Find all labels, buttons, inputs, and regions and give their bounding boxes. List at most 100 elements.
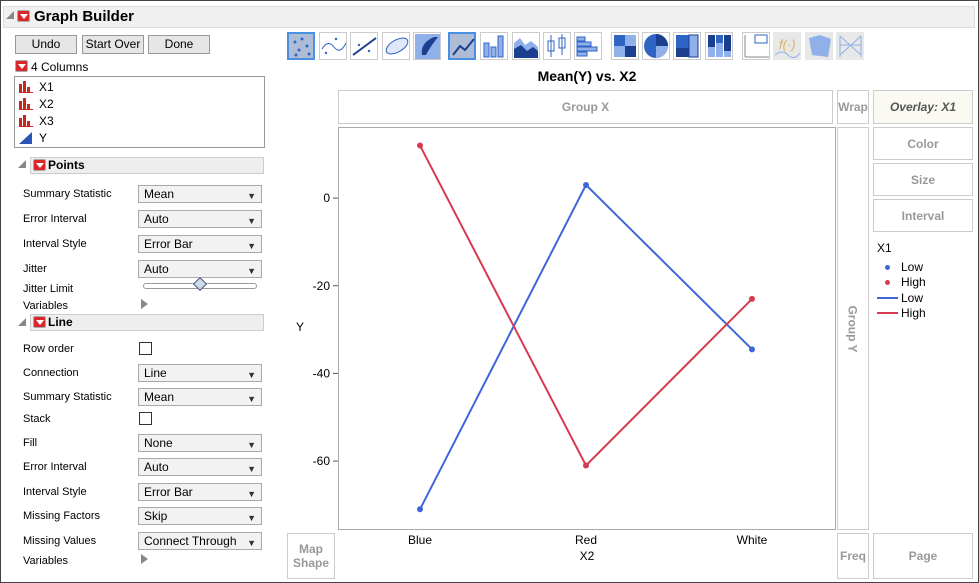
setting-checkbox[interactable] — [139, 342, 152, 355]
contour-icon — [415, 34, 440, 59]
column-name: X2 — [39, 97, 54, 111]
disclosure-arrow-icon[interactable] — [141, 299, 148, 309]
caption-box-element-button[interactable] — [742, 32, 770, 60]
ellipse-element-button[interactable] — [382, 32, 410, 60]
chevron-down-icon: ▼ — [247, 394, 256, 404]
mosaic-element-button[interactable] — [705, 32, 733, 60]
setting-label: Fill — [23, 437, 38, 449]
column-name: X3 — [39, 114, 54, 128]
interval-zone[interactable]: Interval — [873, 199, 973, 232]
legend-label: Low — [901, 259, 924, 274]
legend-item[interactable]: Low — [877, 259, 926, 275]
setting-label: Jitter Limit — [23, 283, 74, 295]
overlay-zone[interactable]: Overlay: X1 — [873, 90, 973, 124]
undo-button[interactable]: Undo — [15, 35, 77, 54]
setting-label: Variables — [23, 555, 69, 567]
setting-select[interactable]: Skip ▼ — [138, 507, 262, 525]
points-disclosure-icon[interactable] — [18, 160, 26, 168]
line-section-header: Line — [30, 314, 264, 331]
page-zone[interactable]: Page — [873, 533, 973, 579]
points-element-button[interactable] — [287, 32, 315, 60]
column-name: X1 — [39, 80, 54, 94]
pie-element-button[interactable] — [642, 32, 670, 60]
freq-zone[interactable]: Freq — [837, 533, 869, 579]
plot-frame[interactable] — [338, 127, 836, 530]
window-title: Graph Builder — [34, 8, 135, 25]
points-icon — [293, 37, 311, 57]
disclosure-arrow-icon[interactable] — [141, 554, 148, 564]
legend-item[interactable]: Low — [877, 290, 926, 306]
bar-element-button[interactable] — [480, 32, 508, 60]
setting-label: Connection — [23, 367, 79, 379]
y-axis-label: Y — [296, 320, 305, 334]
legend-item[interactable]: High — [877, 275, 926, 291]
group-y-label: Group Y — [846, 304, 860, 353]
setting-select[interactable]: None ▼ — [138, 434, 262, 452]
formula-icon: f(·) — [774, 37, 801, 59]
box-plot-element-button[interactable] — [543, 32, 571, 60]
heatmap-element-button[interactable] — [611, 32, 639, 60]
x-tick-label: White — [737, 533, 768, 547]
setting-select[interactable]: Mean ▼ — [138, 185, 262, 203]
color-zone[interactable]: Color — [873, 127, 973, 160]
column-name: Y — [39, 131, 48, 145]
line-title: Line — [48, 315, 73, 329]
nominal-column-icon — [19, 115, 33, 127]
done-button[interactable]: Done — [148, 35, 210, 54]
map-shape-zone[interactable]: Map Shape — [287, 533, 335, 579]
chevron-down-icon: ▼ — [247, 440, 256, 450]
column-item[interactable]: X2 — [19, 96, 54, 112]
line-element-button[interactable] — [448, 32, 476, 60]
select-value: Auto — [144, 212, 169, 226]
points-section-header: Points — [30, 157, 264, 174]
setting-select[interactable]: Connect Through ▼ — [138, 532, 262, 550]
setting-select[interactable]: Error Bar ▼ — [138, 235, 262, 253]
y-tick-label: -20 — [313, 279, 331, 293]
svg-text:f(·): f(·) — [779, 37, 796, 52]
setting-label: Missing Values — [23, 535, 97, 547]
disclosure-icon[interactable] — [6, 11, 14, 19]
chevron-down-icon: ▼ — [247, 464, 256, 474]
columns-menu-icon[interactable] — [15, 60, 28, 72]
setting-select[interactable]: Auto ▼ — [138, 458, 262, 476]
jitter-limit-slider[interactable] — [143, 276, 257, 292]
smoother-element-button[interactable] — [319, 32, 347, 60]
line-disclosure-icon[interactable] — [18, 318, 26, 326]
y-tick-label: -60 — [313, 454, 331, 468]
contour-element-button[interactable] — [413, 32, 441, 60]
red-triangle-menu-icon[interactable] — [17, 10, 30, 22]
start-over-button[interactable]: Start Over — [82, 35, 144, 54]
column-item[interactable]: X1 — [19, 79, 54, 95]
size-zone[interactable]: Size — [873, 163, 973, 196]
setting-select[interactable]: Line ▼ — [138, 364, 262, 382]
histogram-element-button[interactable] — [574, 32, 602, 60]
parallel-element-button[interactable] — [836, 32, 864, 60]
line-icon — [452, 38, 475, 56]
setting-select[interactable]: Error Bar ▼ — [138, 483, 262, 501]
wrap-zone[interactable]: Wrap — [837, 90, 869, 124]
legend-marker-icon — [877, 277, 899, 287]
line-of-fit-element-button[interactable] — [350, 32, 378, 60]
treemap-element-button[interactable] — [673, 32, 701, 60]
setting-checkbox[interactable] — [139, 412, 152, 425]
nominal-column-icon — [19, 98, 33, 110]
setting-select[interactable]: Auto ▼ — [138, 210, 262, 228]
slider-handle[interactable] — [192, 276, 208, 292]
caption-box-icon — [744, 34, 769, 58]
points-menu-icon[interactable] — [33, 159, 46, 171]
formula-element-button[interactable]: f(·) — [773, 32, 801, 60]
setting-select[interactable]: Mean ▼ — [138, 388, 262, 406]
group-x-zone[interactable]: Group X — [338, 90, 833, 124]
column-item[interactable]: X3 — [19, 113, 54, 129]
area-element-button[interactable] — [512, 32, 540, 60]
group-y-zone[interactable]: Group Y — [837, 127, 869, 530]
line-menu-icon[interactable] — [33, 316, 46, 328]
smoother-icon — [321, 37, 347, 55]
column-list[interactable]: X1 X2 X3 Y — [14, 76, 265, 148]
chevron-down-icon: ▼ — [247, 241, 256, 251]
setting-label: Interval Style — [23, 486, 87, 498]
column-item[interactable]: Y — [19, 130, 47, 146]
map-shapes-element-button[interactable] — [805, 32, 833, 60]
setting-select[interactable]: Auto ▼ — [138, 260, 262, 278]
legend-item[interactable]: High — [877, 306, 926, 322]
